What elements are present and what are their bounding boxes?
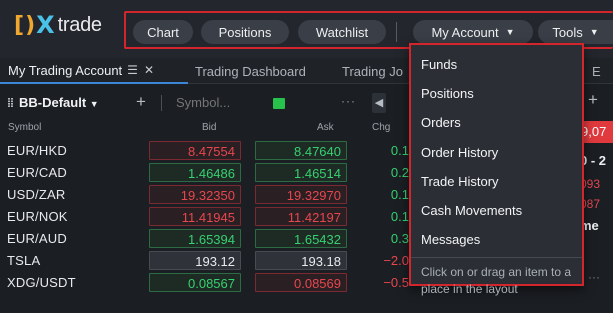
logo-text: trade xyxy=(57,13,102,36)
collapse-left-icon[interactable]: ◀ xyxy=(372,93,386,113)
symbol-cell: EUR/CAD xyxy=(7,165,67,180)
table-row[interactable]: EUR/CAD 1.46486 1.46514 0.2 xyxy=(0,161,410,183)
tools-button[interactable]: Tools ▼ xyxy=(538,20,613,44)
change-cell: 0.1 xyxy=(390,209,409,224)
menu-item-orders[interactable]: Orders xyxy=(421,115,461,130)
chevron-down-icon: ▼ xyxy=(505,27,515,37)
menu-item-funds[interactable]: Funds xyxy=(421,57,457,72)
tools-label: Tools xyxy=(552,24,583,40)
app-logo[interactable]: [) X trade xyxy=(14,10,102,40)
chart-button[interactable]: Chart xyxy=(133,20,193,44)
watchlist-toolbar: ⁞⁞ BB-Default ▼ + ··· ◀ xyxy=(0,90,410,116)
tab-trading-journal[interactable]: Trading Jo xyxy=(342,58,412,84)
table-row[interactable]: XDG/USDT 0.08567 0.08569 −0.5 xyxy=(0,271,410,293)
change-cell: 0.1 xyxy=(390,143,409,158)
menu-item-messages[interactable]: Messages xyxy=(421,232,480,247)
bid-cell[interactable]: 1.46486 xyxy=(149,163,241,182)
symbol-cell: XDG/USDT xyxy=(7,275,76,290)
tab-label: My Trading Account xyxy=(8,62,123,78)
change-cell: 0.1 xyxy=(390,187,409,202)
tab-label: E xyxy=(592,63,601,79)
change-cell: 0.3 xyxy=(390,231,409,246)
status-indicator-icon[interactable] xyxy=(273,98,285,109)
ask-cell[interactable]: 19.32970 xyxy=(255,185,347,204)
toolbar-divider xyxy=(161,95,162,111)
watchlist-name: BB-Default xyxy=(19,95,87,110)
more-options-icon[interactable]: ··· xyxy=(588,270,600,284)
menu-item-cash-movements[interactable]: Cash Movements xyxy=(421,203,522,218)
table-row[interactable]: TSLA 193.12 193.18 −2.0 xyxy=(0,249,410,271)
bid-cell[interactable]: 0.08567 xyxy=(149,273,241,292)
bid-cell[interactable]: 1.65394 xyxy=(149,229,241,248)
change-cell: −0.5 xyxy=(383,275,409,290)
watchlist-button[interactable]: Watchlist xyxy=(298,20,386,44)
tab-my-trading-account[interactable]: My Trading Account ☰ ✕ xyxy=(0,58,188,84)
symbol-cell: USD/ZAR xyxy=(7,187,66,202)
watchlist-header: Symbol Bid Ask Chg xyxy=(0,120,410,136)
menu-divider xyxy=(411,257,582,258)
bid-cell[interactable]: 19.32350 xyxy=(149,185,241,204)
table-row[interactable]: EUR/AUD 1.65394 1.65432 0.3 xyxy=(0,227,410,249)
ask-cell[interactable]: 11.42197 xyxy=(255,207,347,226)
add-watchlist-icon[interactable]: + xyxy=(136,92,146,112)
ask-cell[interactable]: 1.46514 xyxy=(255,163,347,182)
positions-button[interactable]: Positions xyxy=(201,20,289,44)
tab-label: Trading Dashboard xyxy=(195,63,306,79)
symbol-search-input[interactable] xyxy=(168,93,254,112)
column-header-symbol[interactable]: Symbol xyxy=(8,122,41,133)
chevron-down-icon: ▼ xyxy=(589,27,599,37)
column-header-ask[interactable]: Ask xyxy=(317,122,334,133)
menu-item-order-history[interactable]: Order History xyxy=(421,145,498,160)
chevron-down-icon: ▼ xyxy=(89,99,99,109)
menu-hint-text: Click on or drag an item to a place in t… xyxy=(421,265,572,296)
add-icon[interactable]: + xyxy=(588,90,598,110)
symbol-cell: EUR/HKD xyxy=(7,143,67,158)
tab-overflow[interactable]: E xyxy=(592,58,613,84)
positions-button-label: Positions xyxy=(218,24,272,40)
close-icon[interactable]: ✕ xyxy=(144,63,154,77)
nav-divider xyxy=(396,22,397,42)
menu-item-trade-history[interactable]: Trade History xyxy=(421,174,499,189)
menu-icon[interactable]: ☰ xyxy=(127,63,138,77)
bid-cell[interactable]: 11.41945 xyxy=(149,207,241,226)
price-badge: 9,07 xyxy=(580,121,613,143)
tab-trading-dashboard[interactable]: Trading Dashboard xyxy=(195,58,306,84)
my-account-dropdown: Funds Positions Orders Order History Tra… xyxy=(409,43,584,296)
column-header-chg[interactable]: Chg xyxy=(372,122,390,133)
dx-logo-icon: [) X xyxy=(14,11,55,39)
bid-cell[interactable]: 8.47554 xyxy=(149,141,241,160)
table-row[interactable]: USD/ZAR 19.32350 19.32970 0.1 xyxy=(0,183,410,205)
ask-cell[interactable]: 8.47640 xyxy=(255,141,347,160)
more-options-icon[interactable]: ··· xyxy=(341,94,356,108)
symbol-cell: TSLA xyxy=(7,253,41,268)
change-cell: −2.0 xyxy=(383,253,409,268)
my-account-label: My Account xyxy=(431,24,499,40)
bid-cell[interactable]: 193.12 xyxy=(149,251,241,270)
menu-item-positions[interactable]: Positions xyxy=(421,86,474,101)
symbol-cell: EUR/AUD xyxy=(7,231,67,246)
chart-button-label: Chart xyxy=(147,24,179,40)
watchlist-button-label: Watchlist xyxy=(315,24,369,40)
table-row[interactable]: EUR/HKD 8.47554 8.47640 0.1 xyxy=(0,139,410,161)
ask-cell[interactable]: 1.65432 xyxy=(255,229,347,248)
symbol-cell: EUR/NOK xyxy=(7,209,68,224)
ask-cell[interactable]: 0.08569 xyxy=(255,273,347,292)
column-header-bid[interactable]: Bid xyxy=(202,122,216,133)
change-cell: 0.2 xyxy=(390,165,409,180)
tab-label: Trading Jo xyxy=(342,63,403,79)
right-panel-partial: + 9,07 0 - 2 093 087 me ··· xyxy=(580,84,613,313)
ask-cell[interactable]: 193.18 xyxy=(255,251,347,270)
watchlist-selector[interactable]: BB-Default ▼ xyxy=(19,95,99,110)
my-account-button[interactable]: My Account ▼ xyxy=(413,20,533,44)
drag-handle-icon[interactable]: ⁞⁞ xyxy=(7,96,14,110)
table-row[interactable]: EUR/NOK 11.41945 11.42197 0.1 xyxy=(0,205,410,227)
